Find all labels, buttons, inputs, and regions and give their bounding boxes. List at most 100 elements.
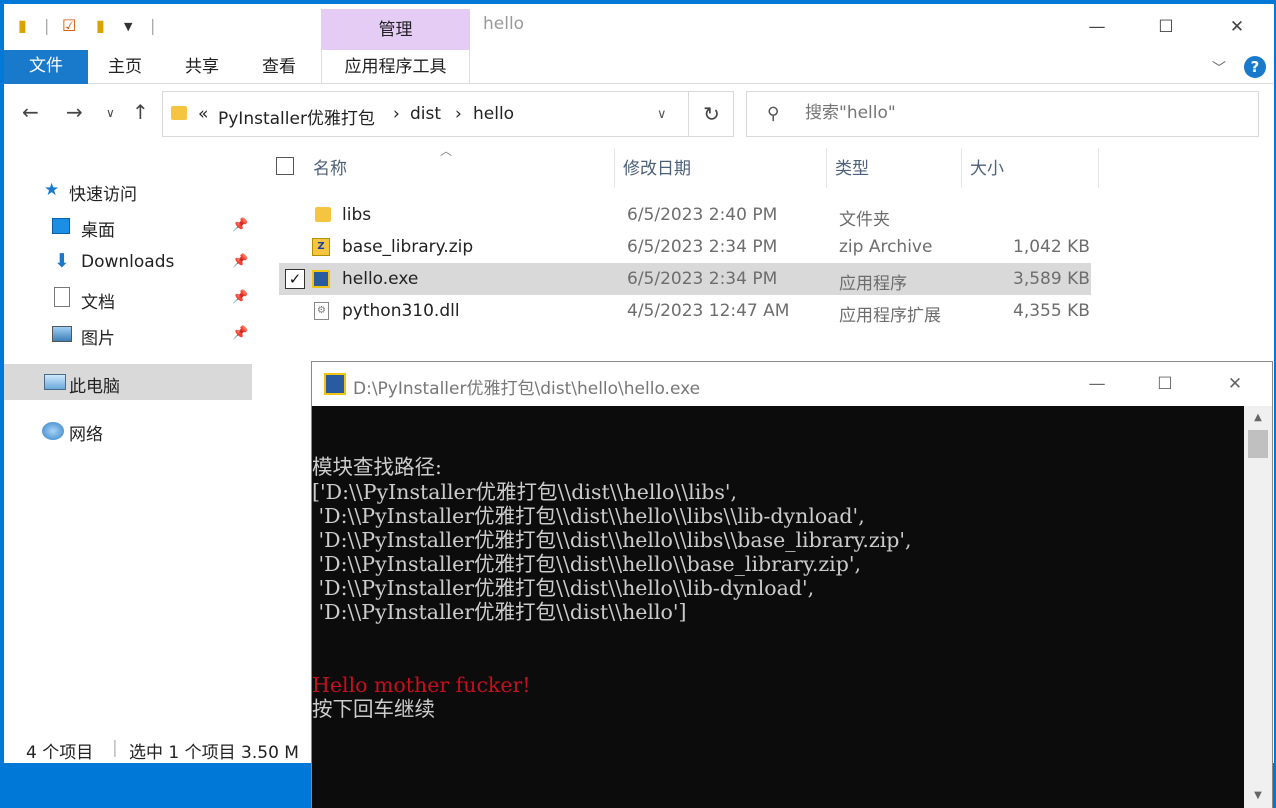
maximize-button[interactable]: ☐ (1142, 370, 1188, 398)
column-divider[interactable] (826, 148, 827, 188)
window-title: hello (483, 14, 525, 34)
file-modified: 6/5/2023 2:40 PM (627, 205, 778, 225)
folder-icon: ▮ (18, 16, 27, 35)
sidebar-item-network[interactable]: 网络 (4, 412, 252, 448)
sidebar-item-downloads[interactable]: ⬇ Downloads 📌 (4, 244, 252, 280)
search-box[interactable]: ⚲ (746, 91, 1259, 137)
sidebar-item-label: 文档 (81, 293, 115, 313)
minimize-button[interactable]: — (1074, 370, 1120, 398)
breadcrumb-hello[interactable]: hello (473, 104, 514, 124)
breadcrumb-separator[interactable]: › (455, 104, 462, 124)
console-app-icon[interactable] (324, 373, 346, 395)
document-icon (54, 287, 70, 307)
scroll-up-icon[interactable]: ▲ (1244, 406, 1272, 430)
column-divider[interactable] (614, 148, 615, 188)
exe-file-icon (312, 270, 330, 288)
maximize-button[interactable]: ☐ (1143, 12, 1189, 42)
file-name: python310.dll (342, 301, 460, 321)
expand-ribbon-icon[interactable]: ﹀ (1212, 58, 1226, 78)
properties-icon[interactable]: ☑ (62, 16, 76, 35)
console-title: D:\PyInstaller优雅打包\dist\hello\hello.exe (353, 379, 701, 399)
sidebar-item-label: 快速访问 (69, 185, 137, 205)
file-type: 应用程序 (839, 274, 907, 294)
pin-icon: 📌 (232, 254, 249, 269)
file-name: hello.exe (342, 269, 419, 289)
item-count: 4 个项目 (26, 743, 94, 763)
network-icon (42, 422, 64, 440)
file-size: 4,355 KB (1013, 301, 1090, 321)
customize-quick-access-icon[interactable]: ▼ (124, 20, 132, 33)
file-row-python310-dll[interactable]: ⚙ python310.dll 4/5/2023 12:47 AM 应用程序扩展… (279, 295, 1091, 327)
file-size: 1,042 KB (1013, 237, 1090, 257)
breadcrumb-overflow[interactable]: « (198, 104, 208, 124)
file-type: zip Archive (839, 237, 933, 257)
selection-info: 选中 1 个项目 3.50 M (129, 743, 299, 763)
file-modified: 4/5/2023 12:47 AM (627, 301, 790, 321)
column-modified[interactable]: 修改日期 (623, 154, 691, 179)
breadcrumb-dist[interactable]: dist (410, 104, 441, 124)
new-folder-icon[interactable]: ▮ (96, 16, 105, 35)
recent-locations-icon[interactable]: ∨ (106, 106, 115, 120)
console-output[interactable]: 模块查找路径: ['D:\\PyInstaller优雅打包\\dist\\hel… (312, 406, 1244, 808)
navigation-pane: ★ 快速访问 桌面 📌 ⬇ Downloads 📌 文档 📌 图片 📌 此电脑 (4, 144, 254, 734)
tab-file[interactable]: 文件 (4, 50, 88, 84)
console-scrollbar[interactable]: ▲ ▼ (1244, 406, 1272, 808)
desktop-icon (52, 218, 70, 234)
breadcrumb-separator[interactable]: › (393, 104, 400, 124)
tab-home[interactable]: 主页 (108, 50, 142, 84)
address-bar[interactable]: « PyInstaller优雅打包 › dist › hello ∨ ↻ (162, 91, 734, 137)
column-divider[interactable] (1098, 148, 1099, 188)
console-hello-line: Hello mother fucker! (312, 673, 531, 697)
sidebar-item-pictures[interactable]: 图片 📌 (4, 316, 252, 352)
up-icon[interactable]: ↑ (132, 100, 149, 124)
column-type[interactable]: 类型 (835, 154, 869, 179)
scrollbar-thumb[interactable] (1248, 430, 1268, 458)
address-dropdown-icon[interactable]: ∨ (657, 107, 667, 122)
folder-icon (315, 207, 331, 222)
console-line: 'D:\\PyInstaller优雅打包\\dist\\hello\\base_… (312, 552, 861, 576)
scroll-down-icon[interactable]: ▼ (1244, 784, 1272, 808)
folder-icon (171, 106, 187, 120)
pictures-icon (52, 326, 72, 342)
tab-view[interactable]: 查看 (262, 50, 296, 84)
forward-icon[interactable]: → (66, 100, 83, 124)
console-line: 模块查找路径: (312, 455, 442, 479)
dll-file-icon: ⚙ (314, 302, 329, 320)
computer-icon (44, 374, 66, 390)
column-divider[interactable] (961, 148, 962, 188)
close-button[interactable]: ✕ (1212, 370, 1258, 398)
file-row-base-library-zip[interactable]: Z base_library.zip 6/5/2023 2:34 PM zip … (279, 231, 1091, 263)
close-button[interactable]: ✕ (1214, 12, 1260, 42)
row-checkbox[interactable]: ✓ (285, 269, 305, 289)
tab-share[interactable]: 共享 (185, 50, 219, 84)
search-input[interactable] (805, 103, 1245, 123)
file-size: 3,589 KB (1013, 269, 1090, 289)
tab-app-tools[interactable]: 应用程序工具 (321, 50, 470, 84)
sidebar-item-documents[interactable]: 文档 📌 (4, 280, 252, 316)
file-row-libs[interactable]: libs 6/5/2023 2:40 PM 文件夹 (279, 199, 1091, 231)
column-header: ︿ 名称 修改日期 类型 大小 (264, 144, 1104, 188)
sidebar-item-quick-access[interactable]: ★ 快速访问 (4, 172, 252, 208)
separator: | (44, 16, 50, 35)
column-name[interactable]: 名称 (313, 154, 347, 179)
file-name: libs (342, 205, 372, 225)
column-size[interactable]: 大小 (970, 154, 1004, 179)
console-window: D:\PyInstaller优雅打包\dist\hello\hello.exe … (311, 361, 1273, 808)
select-all-checkbox[interactable] (276, 157, 294, 175)
sidebar-item-desktop[interactable]: 桌面 📌 (4, 208, 252, 244)
breadcrumb-pyinstaller[interactable]: PyInstaller优雅打包 (218, 104, 375, 129)
zip-file-icon: Z (312, 238, 330, 256)
file-modified: 6/5/2023 2:34 PM (627, 237, 778, 257)
help-icon[interactable]: ? (1244, 56, 1266, 78)
tab-manage[interactable]: 管理 (321, 9, 470, 51)
console-line: 'D:\\PyInstaller优雅打包\\dist\\hello'] (312, 600, 687, 624)
search-icon: ⚲ (767, 104, 780, 124)
explorer-titlebar: ▮ | ☑ ▮ ▼ | 管理 hello — ☐ ✕ (4, 4, 1274, 51)
refresh-button[interactable]: ↻ (688, 92, 734, 136)
sidebar-item-this-pc[interactable]: 此电脑 (4, 364, 252, 400)
back-icon[interactable]: ← (22, 100, 39, 124)
minimize-button[interactable]: — (1074, 12, 1120, 42)
sort-ascending-icon: ︿ (440, 144, 453, 158)
file-row-hello-exe[interactable]: ✓ hello.exe 6/5/2023 2:34 PM 应用程序 3,589 … (279, 263, 1091, 295)
console-line: 'D:\\PyInstaller优雅打包\\dist\\hello\\lib-d… (312, 576, 815, 600)
